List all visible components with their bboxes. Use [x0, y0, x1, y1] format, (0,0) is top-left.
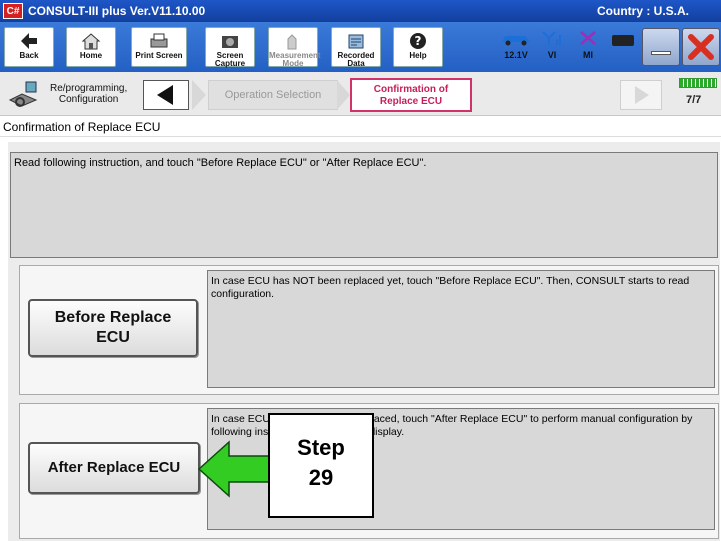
- progress-fill: [680, 79, 716, 87]
- recorded-data-label: Recorded Data: [337, 51, 375, 68]
- green-arrow-icon: [197, 440, 272, 498]
- right-triangle-icon: [635, 86, 649, 104]
- reprogramming-icon: [8, 81, 38, 107]
- svg-text:?: ?: [415, 34, 422, 48]
- home-label: Home: [79, 51, 103, 60]
- minimize-button[interactable]: [642, 28, 680, 66]
- toolbar: Back Home Print Screen Screen Capture Me…: [0, 22, 721, 72]
- mi-label: MI: [583, 50, 593, 60]
- step-callout: Step 29: [268, 413, 374, 518]
- close-button[interactable]: [682, 28, 720, 66]
- step-counter: 7/7: [686, 94, 702, 106]
- home-button[interactable]: Home: [66, 27, 116, 67]
- step-operation-selection[interactable]: Operation Selection: [208, 80, 338, 110]
- before-button-line1: Before Replace: [54, 309, 172, 326]
- step-confirmation-of-replace-ecu[interactable]: Confirmation of Replace ECU: [350, 78, 472, 112]
- help-label: Help: [409, 51, 427, 60]
- next-step-button[interactable]: [620, 80, 662, 110]
- page-title: Confirmation of Replace ECU: [0, 117, 721, 137]
- help-icon: ?: [410, 33, 426, 49]
- recorded-data-button[interactable]: Recorded Data: [331, 27, 381, 68]
- print-screen-button[interactable]: Print Screen: [131, 27, 187, 67]
- signal-icon: [542, 31, 561, 45]
- help-button[interactable]: ? Help: [393, 27, 443, 67]
- recorded-data-icon: [348, 34, 364, 49]
- measurement-icon: [287, 34, 297, 50]
- navigation-bar: Re/programming, Configuration Operation …: [0, 72, 721, 116]
- breadcrumb-line2: Configuration: [58, 94, 119, 105]
- print-screen-label: Print Screen: [135, 51, 183, 60]
- mi-status: MI: [574, 30, 602, 60]
- callout-line1: Step: [297, 435, 345, 460]
- vi-label: VI: [547, 50, 557, 60]
- measurement-mode-label: Measurement Mode: [269, 51, 321, 68]
- country-label: Country : U.S.A.: [597, 4, 689, 18]
- progress-bar: [679, 78, 717, 88]
- battery-voltage-status: 12.1V: [496, 30, 536, 60]
- after-replace-ecu-button[interactable]: After Replace ECU: [28, 442, 200, 494]
- screen-capture-button[interactable]: Screen Capture: [205, 27, 255, 68]
- camera-icon: [222, 36, 238, 48]
- vi-status: VI: [538, 30, 566, 60]
- chevron-right-icon: [192, 80, 206, 110]
- measurement-mode-button[interactable]: Measurement Mode: [268, 27, 321, 68]
- printer-icon: [150, 33, 168, 48]
- instruction-panel: Read following instruction, and touch "B…: [10, 152, 718, 258]
- step-confirm-line1: Confirmation of: [373, 84, 449, 95]
- connection-indicator-icon: [612, 35, 634, 46]
- title-bar: C# CONSULT-III plus Ver.V11.10.00 Countr…: [0, 0, 721, 22]
- screen-capture-label: Screen Capture: [214, 51, 246, 68]
- home-icon: [81, 33, 101, 50]
- breadcrumb-reprogramming[interactable]: Re/programming, Configuration: [50, 83, 127, 105]
- back-label: Back: [19, 51, 39, 60]
- breadcrumb-line1: Re/programming,: [50, 83, 128, 94]
- app-title: CONSULT-III plus Ver.V11.10.00: [28, 4, 206, 18]
- before-replace-ecu-button[interactable]: Before Replace ECU: [28, 299, 198, 357]
- before-replace-description: In case ECU has NOT been replaced yet, t…: [207, 270, 715, 388]
- car-icon: [502, 36, 530, 46]
- close-icon: [688, 34, 714, 60]
- left-triangle-icon: [157, 85, 173, 105]
- previous-step-button[interactable]: [143, 80, 189, 110]
- back-button[interactable]: Back: [4, 27, 54, 67]
- before-button-line2: ECU: [96, 329, 130, 346]
- step-confirm-line2: Replace ECU: [379, 96, 443, 107]
- mi-x-icon: [580, 31, 596, 45]
- app-logo: C#: [3, 3, 23, 19]
- callout-line2: 29: [308, 465, 334, 490]
- minimize-icon: [651, 51, 671, 55]
- voltage-value: 12.1V: [504, 50, 528, 60]
- back-arrow-icon: [21, 33, 37, 49]
